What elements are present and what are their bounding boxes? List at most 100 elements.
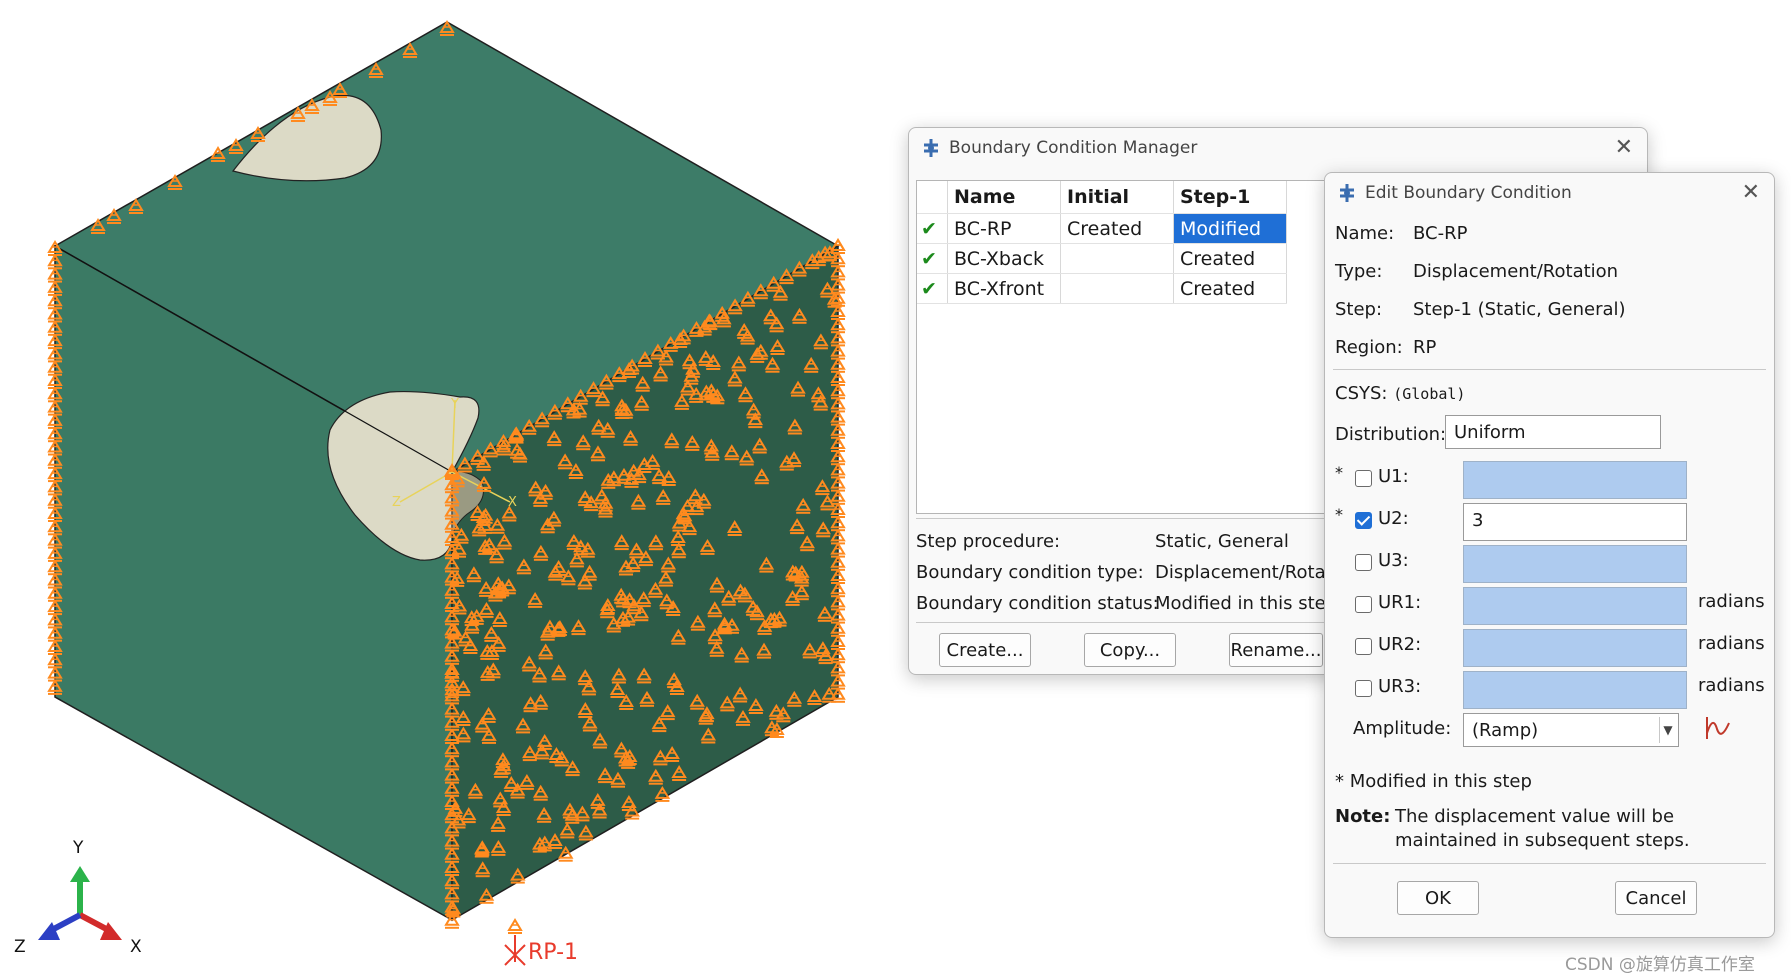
region-label: Region:	[1335, 337, 1403, 358]
triad-z-label: Z	[14, 937, 26, 957]
ur1-unit: radians	[1698, 591, 1765, 612]
status-label: Boundary condition status:	[916, 593, 1159, 614]
note-line2: maintained in subsequent steps.	[1395, 830, 1690, 851]
name-label: Name:	[1335, 223, 1395, 244]
u2-input[interactable]: 3	[1463, 503, 1687, 541]
col-initial[interactable]: Initial	[1060, 181, 1174, 214]
triad-y-label: Y	[72, 838, 84, 858]
type-value: Displacement/Rotation	[1413, 261, 1619, 282]
step-label: Step:	[1335, 299, 1383, 320]
step-row: Step: Step-1 (Static, General)	[1335, 299, 1626, 320]
modified-note: * Modified in this step	[1335, 771, 1532, 792]
csys-label: CSYS:	[1335, 383, 1388, 404]
watermark: CSDN @旋算仿真工作室	[1565, 955, 1755, 975]
ur3-input[interactable]	[1463, 671, 1687, 709]
rename-button[interactable]: Rename...	[1229, 633, 1323, 667]
abaqus-logo-icon	[1337, 183, 1357, 203]
table-row[interactable]: ✔ BC-Xfront Created	[917, 273, 1287, 304]
cancel-button[interactable]: Cancel	[1615, 881, 1697, 915]
ur3-label: UR3:	[1378, 676, 1422, 697]
cell-initial[interactable]: Created	[1060, 213, 1174, 244]
cell-step1[interactable]: Created	[1173, 273, 1287, 304]
region-value: RP	[1413, 337, 1437, 358]
step-value: Step-1 (Static, General)	[1413, 299, 1626, 320]
rp-label: RP-1	[528, 940, 578, 965]
u1-input[interactable]	[1463, 461, 1687, 499]
col-name[interactable]: Name	[947, 181, 1061, 214]
copy-button[interactable]: Copy...	[1084, 633, 1176, 667]
bc-manager-title: Boundary Condition Manager	[949, 138, 1198, 158]
u2-label: U2:	[1378, 508, 1409, 529]
close-icon[interactable]: ✕	[1742, 182, 1760, 204]
ur2-label: UR2:	[1378, 634, 1422, 655]
reference-point-rp1[interactable]: RP-1	[504, 919, 578, 966]
ur3-checkbox[interactable]	[1355, 680, 1372, 697]
procedure-value: Static, General	[1155, 531, 1289, 552]
note-line1: The displacement value will be	[1395, 806, 1675, 827]
cell-initial[interactable]	[1060, 273, 1174, 304]
u3-checkbox[interactable]	[1355, 554, 1372, 571]
u1-label: U1:	[1378, 466, 1409, 487]
global-axis-triad: Y Z X	[14, 838, 142, 957]
type-label: Type:	[1335, 261, 1383, 282]
type-label: Boundary condition type:	[916, 562, 1144, 583]
ok-button[interactable]: OK	[1397, 881, 1479, 915]
amplitude-value: (Ramp)	[1472, 720, 1539, 741]
cell-name[interactable]: BC-Xfront	[947, 273, 1061, 304]
cell-step1[interactable]: Modified	[1173, 213, 1287, 244]
amplitude-label: Amplitude:	[1353, 718, 1452, 739]
ur3-unit: radians	[1698, 675, 1765, 696]
csys-z-label: Z	[392, 495, 401, 510]
note-row: Note: The displacement value will be	[1335, 806, 1674, 827]
ur1-input[interactable]	[1463, 587, 1687, 625]
check-icon[interactable]: ✔	[917, 273, 948, 304]
chevron-down-icon[interactable]: ▼	[1659, 717, 1676, 743]
edit-bc-title: Edit Boundary Condition	[1365, 183, 1572, 203]
bc-table: Name Initial Step-1 ✔ BC-RP Created Modi…	[916, 180, 1348, 514]
bc-manager-titlebar[interactable]: Boundary Condition Manager ✕	[909, 128, 1647, 168]
csys-row: CSYS: (Global)	[1335, 383, 1465, 404]
triad-x-label: X	[130, 937, 142, 957]
name-value: BC-RP	[1413, 223, 1468, 244]
type-row: Type: Displacement/Rotation	[1335, 261, 1618, 282]
csys-y-label: Y	[450, 397, 459, 412]
bc-info-panel: Step procedure: Static, General Boundary …	[916, 526, 1333, 619]
modified-marker: *	[1335, 463, 1343, 482]
u1-checkbox[interactable]	[1355, 470, 1372, 487]
divider	[1333, 863, 1766, 864]
ur1-checkbox[interactable]	[1355, 596, 1372, 613]
table-row[interactable]: ✔ BC-Xback Created	[917, 243, 1287, 274]
name-row: Name: BC-RP	[1335, 223, 1467, 244]
ur2-checkbox[interactable]	[1355, 638, 1372, 655]
modified-marker: *	[1335, 505, 1343, 524]
edit-bc-titlebar[interactable]: Edit Boundary Condition ✕	[1325, 173, 1774, 213]
amplitude-select[interactable]: (Ramp) ▼	[1463, 713, 1679, 747]
cell-name[interactable]: BC-RP	[947, 213, 1061, 244]
abaqus-logo-icon	[921, 138, 941, 158]
edit-bc-dialog: Edit Boundary Condition ✕ Name: BC-RP Typ…	[1324, 172, 1775, 938]
check-icon[interactable]: ✔	[917, 213, 948, 244]
distribution-select[interactable]: Uniform	[1445, 415, 1661, 449]
status-value: Modified in this ste	[1155, 593, 1326, 614]
u3-input[interactable]	[1463, 545, 1687, 583]
create-button[interactable]: Create...	[939, 633, 1031, 667]
u2-checkbox[interactable]	[1355, 512, 1372, 529]
close-icon[interactable]: ✕	[1615, 137, 1633, 159]
cell-initial[interactable]	[1060, 243, 1174, 274]
ur2-input[interactable]	[1463, 629, 1687, 667]
ur2-unit: radians	[1698, 633, 1765, 654]
cell-name[interactable]: BC-Xback	[947, 243, 1061, 274]
procedure-label: Step procedure:	[916, 531, 1061, 552]
distribution-label: Distribution:	[1335, 424, 1447, 445]
csys-value[interactable]: (Global)	[1393, 385, 1465, 403]
col-check	[917, 181, 948, 214]
divider	[1333, 369, 1766, 370]
col-step1[interactable]: Step-1	[1173, 181, 1287, 214]
region-row: Region: RP	[1335, 337, 1436, 358]
check-icon[interactable]: ✔	[917, 243, 948, 274]
cell-step1[interactable]: Created	[1173, 243, 1287, 274]
u3-label: U3:	[1378, 550, 1409, 571]
ur1-label: UR1:	[1378, 592, 1422, 613]
table-row[interactable]: ✔ BC-RP Created Modified	[917, 213, 1287, 244]
amplitude-create-icon[interactable]	[1703, 713, 1733, 747]
